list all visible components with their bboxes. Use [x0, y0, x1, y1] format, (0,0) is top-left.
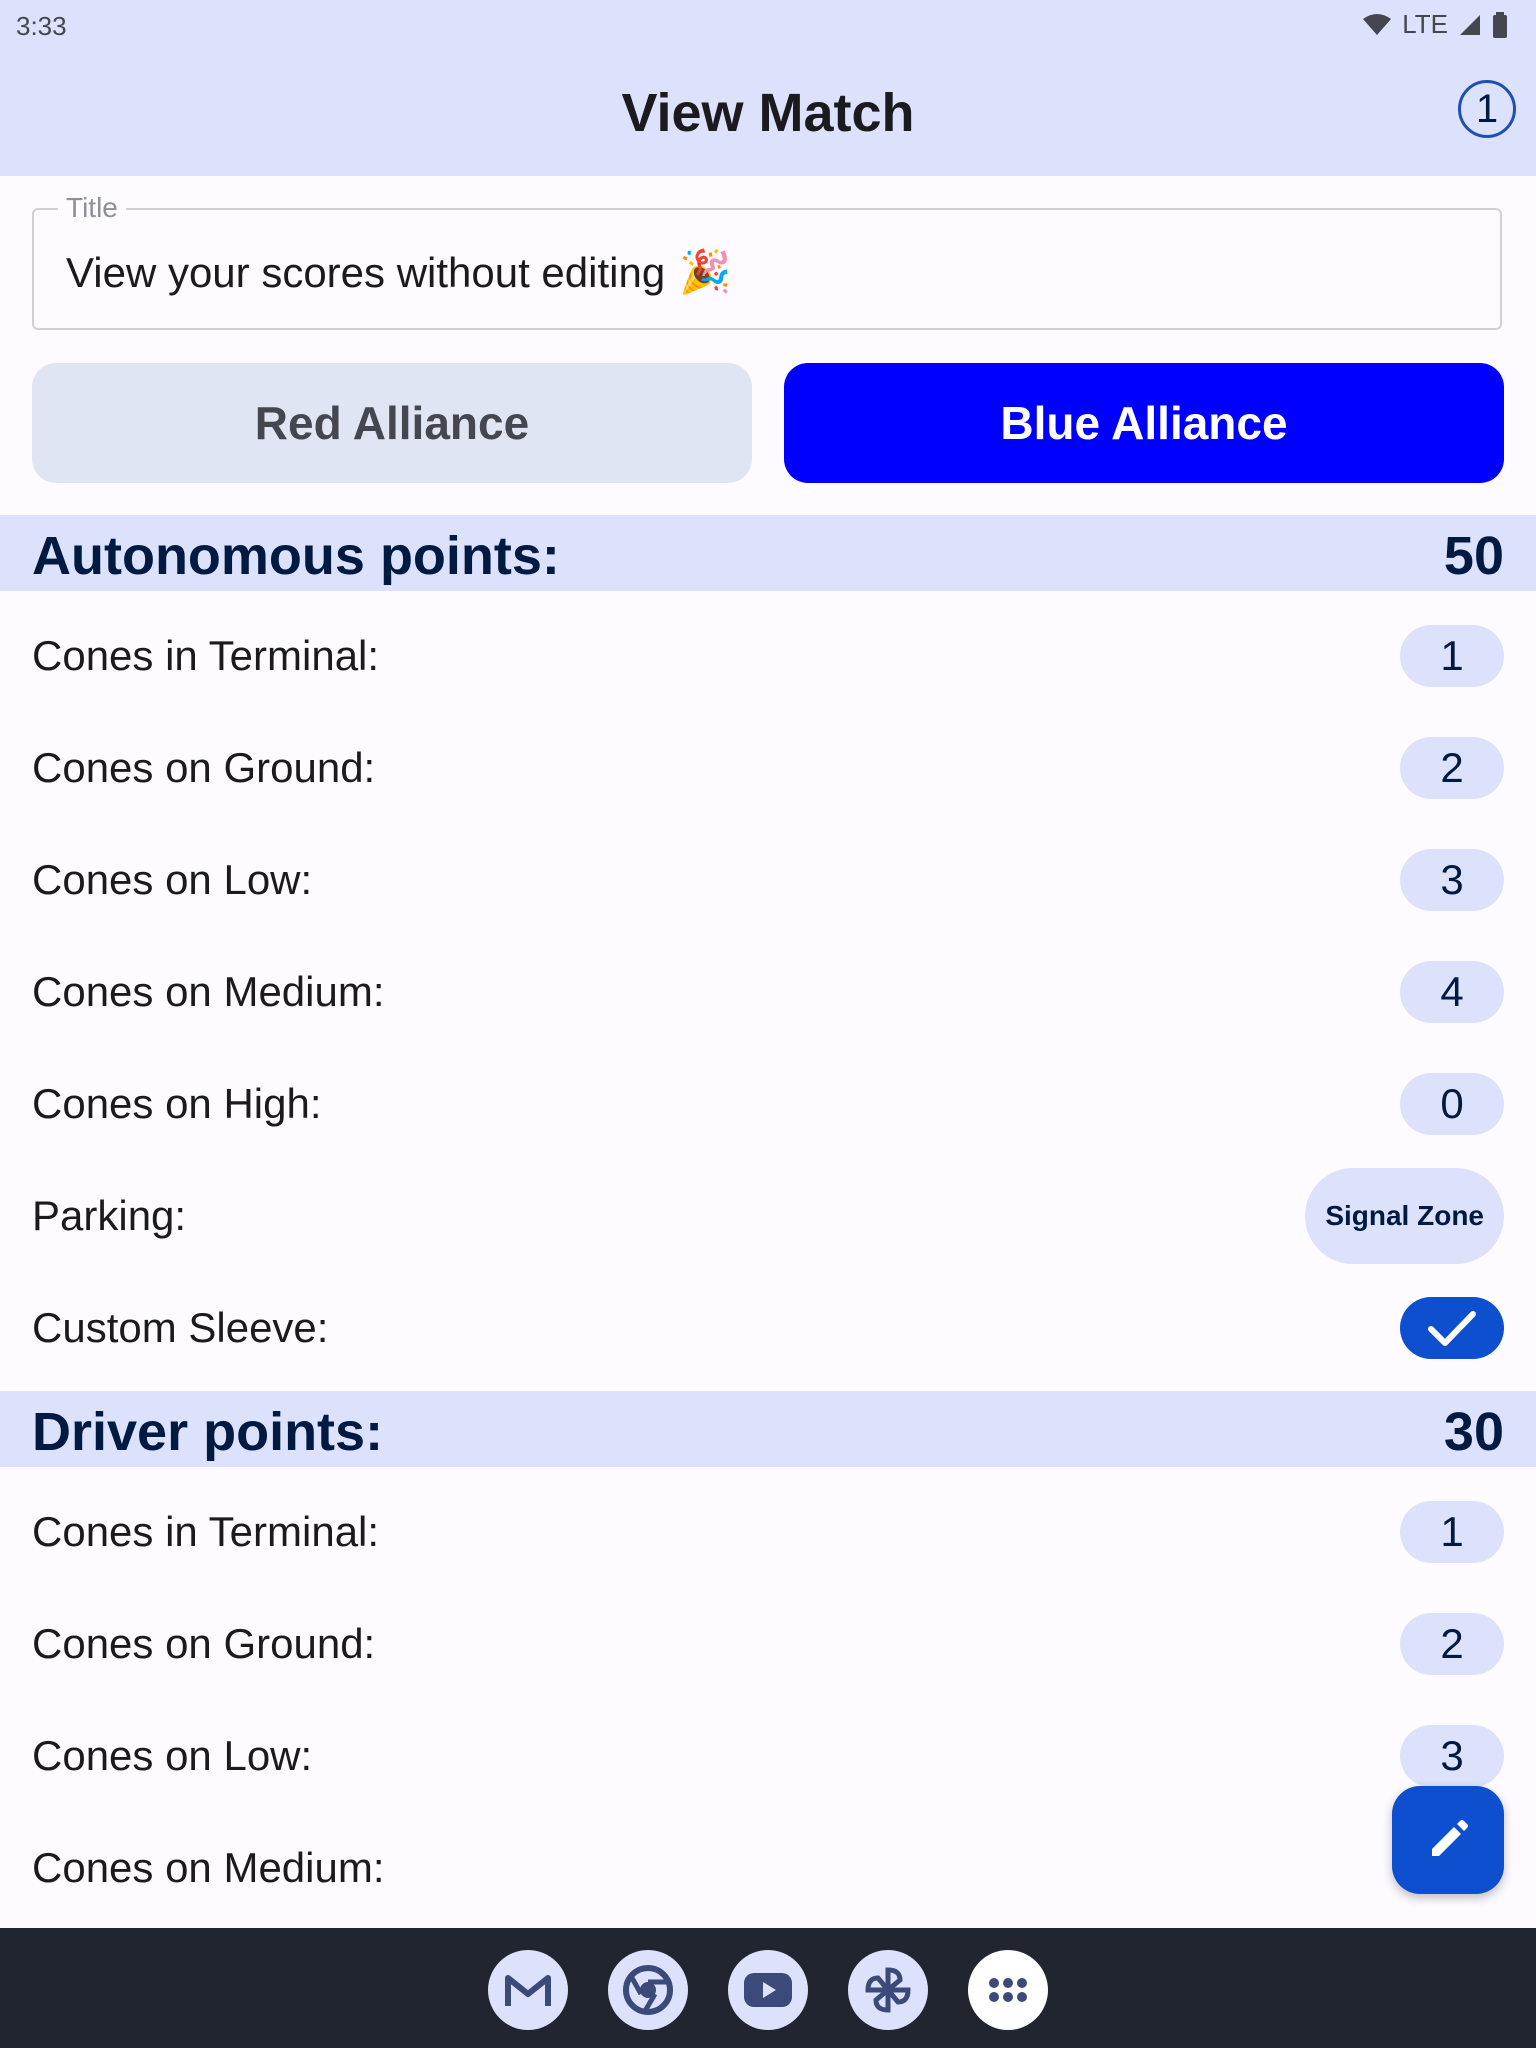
row-label: Cones on Ground: — [32, 1620, 376, 1667]
value-chip: 0 — [1400, 1073, 1504, 1135]
signal-icon — [1460, 14, 1480, 35]
driver-row-ground: Cones on Ground: 2 — [0, 1588, 1536, 1700]
page-title: View Match — [621, 83, 915, 143]
checkmark-icon — [1428, 1311, 1476, 1346]
status-bar: 3:33 LTE — [0, 0, 1536, 48]
row-label: Cones on Ground: — [32, 744, 376, 791]
row-label: Cones on High: — [32, 1080, 322, 1127]
title-field-value-row: View your scores without editing 🎉 — [66, 248, 732, 297]
status-icons: LTE — [1362, 9, 1508, 40]
blue-alliance-button[interactable]: Blue Alliance — [784, 363, 1504, 483]
red-alliance-button[interactable]: Red Alliance — [32, 363, 752, 483]
autonomous-total: 50 — [1443, 526, 1504, 586]
parking-chip: Signal Zone — [1305, 1168, 1504, 1264]
value-chip: 3 — [1400, 849, 1504, 911]
auto-row-medium: Cones on Medium: 4 — [0, 936, 1536, 1048]
auto-row-terminal: Cones in Terminal: 1 — [0, 600, 1536, 712]
gmail-icon[interactable] — [488, 1950, 568, 2030]
row-label: Cones on Low: — [32, 1732, 313, 1779]
auto-row-high: Cones on High: 0 — [0, 1048, 1536, 1160]
title-field[interactable]: Title View your scores without editing 🎉 — [32, 192, 1502, 330]
auto-row-parking: Parking: Signal Zone — [0, 1160, 1536, 1272]
party-popper-icon: 🎉 — [679, 248, 732, 295]
row-label: Cones on Medium: — [32, 968, 385, 1015]
row-label: Cones on Medium: — [32, 1844, 385, 1891]
app-drawer-icon[interactable] — [968, 1950, 1048, 2030]
driver-section-header: Driver points: 30 — [0, 1391, 1536, 1467]
driver-row-medium: Cones on Medium: — [0, 1812, 1536, 1924]
edit-pencil-icon — [1432, 1820, 1468, 1856]
system-dock — [0, 1928, 1536, 2048]
autonomous-section-label: Autonomous points: — [32, 526, 560, 586]
auto-row-custom-sleeve: Custom Sleeve: — [0, 1272, 1536, 1384]
driver-total: 30 — [1443, 1402, 1504, 1462]
value-chip: 3 — [1400, 1725, 1504, 1787]
photos-icon[interactable] — [848, 1950, 928, 2030]
row-label: Parking: — [32, 1192, 187, 1239]
row-label: Cones in Terminal: — [32, 632, 380, 679]
battery-icon — [1493, 11, 1507, 38]
driver-row-low: Cones on Low: 3 — [0, 1700, 1536, 1812]
custom-sleeve-checked-chip — [1400, 1297, 1504, 1359]
title-field-value: View your scores without editing — [66, 248, 666, 296]
match-count-badge[interactable]: 1 — [1458, 80, 1516, 138]
top-app-bar: View Match 1 — [0, 48, 1536, 176]
row-label: Cones on Low: — [32, 856, 313, 903]
row-label: Custom Sleeve: — [32, 1304, 329, 1351]
value-chip: 2 — [1400, 1613, 1504, 1675]
value-chip: 2 — [1400, 737, 1504, 799]
network-type: LTE — [1402, 9, 1448, 39]
value-chip: 1 — [1400, 1501, 1504, 1563]
title-field-label: Title — [58, 192, 126, 224]
edit-fab-button[interactable] — [1392, 1786, 1504, 1894]
youtube-icon[interactable] — [728, 1950, 808, 2030]
row-label: Cones in Terminal: — [32, 1508, 380, 1555]
auto-row-ground: Cones on Ground: 2 — [0, 712, 1536, 824]
chrome-icon[interactable] — [608, 1950, 688, 2030]
driver-row-terminal: Cones in Terminal: 1 — [0, 1476, 1536, 1588]
dock-app-row — [488, 1950, 1048, 2030]
value-chip: 1 — [1400, 625, 1504, 687]
wifi-icon — [1363, 13, 1392, 35]
auto-row-low: Cones on Low: 3 — [0, 824, 1536, 936]
driver-section-label: Driver points: — [32, 1402, 384, 1462]
value-chip: 4 — [1400, 961, 1504, 1023]
autonomous-section-header: Autonomous points: 50 — [0, 515, 1536, 591]
status-time: 3:33 — [16, 11, 67, 41]
